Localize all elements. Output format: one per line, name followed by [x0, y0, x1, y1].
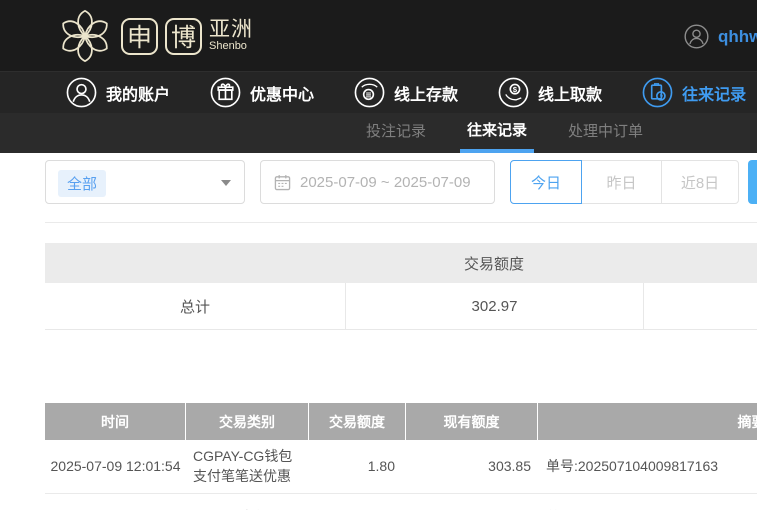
- summary-total-value: 302.97: [345, 283, 643, 329]
- chevron-down-icon: [221, 180, 231, 186]
- type-filter-select[interactable]: 全部: [45, 160, 245, 204]
- top-header: 申 博 亚洲 Shenbo qhhw: [0, 0, 757, 71]
- user-account[interactable]: qhhw: [684, 24, 757, 49]
- cell-balance: 303.85: [406, 440, 538, 493]
- cell-summary: 单号:202507104009817163: [538, 494, 757, 510]
- date-range-input[interactable]: 2025-07-09 ~ 2025-07-09: [260, 160, 495, 204]
- nav-item-withdraw[interactable]: $ 线上取款: [498, 77, 602, 108]
- logo-region-en: Shenbo: [209, 41, 253, 53]
- quick-date-buttons: 今日 昨日 近8日: [510, 160, 739, 204]
- last-8-days-button[interactable]: 近8日: [661, 160, 739, 204]
- nav-label: 往来记录: [682, 81, 746, 105]
- nav-item-my-account[interactable]: 我的账户: [66, 77, 170, 108]
- logo-char-bo: 博: [165, 18, 202, 55]
- summary-total-label: 总计: [45, 296, 345, 317]
- logo-char-shen: 申: [121, 18, 158, 55]
- cell-type: CGPAY-CG钱包支付笔笔送优惠: [186, 440, 309, 493]
- summary-header-amount: 交易额度: [345, 253, 643, 274]
- person-icon: [66, 77, 97, 108]
- type-filter-selected-tag[interactable]: 全部: [58, 170, 106, 197]
- summary-table: 交易额度 总计 302.97: [45, 243, 757, 330]
- cell-time: 2025-07-09 12:01:54: [45, 494, 186, 510]
- main-navbar: 我的账户 优惠中心 线上存款 $: [0, 71, 757, 113]
- nav-item-transaction-records[interactable]: 往来记录: [642, 77, 746, 108]
- table-row: 2025-07-09 12:01:54 CGPAY-CG钱包支付笔笔送优惠 1.…: [45, 440, 757, 494]
- cell-time: 2025-07-09 12:01:54: [45, 440, 186, 493]
- user-avatar-icon: [684, 24, 709, 49]
- logo-region-cn: 亚洲: [209, 19, 253, 41]
- summary-table-header: 交易额度: [45, 243, 757, 283]
- table-row: 2025-07-09 12:01:54 CGPAY支付 300.00 302.0…: [45, 494, 757, 510]
- col-header-balance: 现有额度: [406, 403, 538, 440]
- col-header-summary: 摘要: [538, 403, 757, 440]
- nav-label: 优惠中心: [250, 81, 314, 105]
- cell-balance: 302.05: [406, 494, 538, 510]
- gift-icon: [210, 77, 241, 108]
- yesterday-button[interactable]: 昨日: [581, 160, 662, 204]
- brand-logo[interactable]: 申 博 亚洲 Shenbo: [56, 7, 253, 65]
- withdraw-coin-hand-icon: $: [498, 77, 529, 108]
- username-text: qhhw: [718, 27, 757, 47]
- date-range-value: 2025-07-09 ~ 2025-07-09: [300, 174, 471, 191]
- cell-amount: 300.00: [309, 494, 406, 510]
- tab-pending-orders[interactable]: 处理中订单: [568, 113, 643, 153]
- nav-label: 线上存款: [394, 81, 458, 105]
- summary-empty-cell: [643, 283, 757, 329]
- cell-type: CGPAY支付: [186, 494, 309, 510]
- col-header-amount: 交易额度: [309, 403, 406, 440]
- filter-divider: [45, 222, 757, 223]
- logo-region: 亚洲 Shenbo: [209, 19, 253, 53]
- col-header-type: 交易类别: [186, 403, 309, 440]
- nav-item-deposit[interactable]: 线上存款: [354, 77, 458, 108]
- svg-text:$: $: [513, 85, 518, 94]
- tab-transaction-records[interactable]: 往来记录: [460, 113, 534, 153]
- flower-logo-icon: [56, 7, 114, 65]
- nav-item-promotions[interactable]: 优惠中心: [210, 77, 314, 108]
- record-tabs: 投注记录 往来记录 处理中订单: [0, 113, 757, 153]
- cell-amount: 1.80: [309, 440, 406, 493]
- records-clipboard-icon: [642, 77, 673, 108]
- search-button[interactable]: [748, 160, 757, 204]
- tab-bet-records[interactable]: 投注记录: [366, 113, 426, 153]
- nav-label: 线上取款: [538, 81, 602, 105]
- nav-label: 我的账户: [106, 81, 170, 105]
- deposit-coin-hand-icon: [354, 77, 385, 108]
- calendar-icon: [274, 174, 291, 191]
- today-button[interactable]: 今日: [510, 160, 582, 204]
- summary-total-row: 总计 302.97: [45, 283, 757, 330]
- transactions-table-header: 时间 交易类别 交易额度 现有额度 摘要: [45, 403, 757, 440]
- app-window: 申 博 亚洲 Shenbo qhhw 我的账户: [0, 0, 757, 510]
- cell-summary: 单号:202507104009817163: [538, 440, 757, 493]
- col-header-time: 时间: [45, 403, 186, 440]
- transactions-table: 时间 交易类别 交易额度 现有额度 摘要 2025-07-09 12:01:54…: [45, 403, 757, 510]
